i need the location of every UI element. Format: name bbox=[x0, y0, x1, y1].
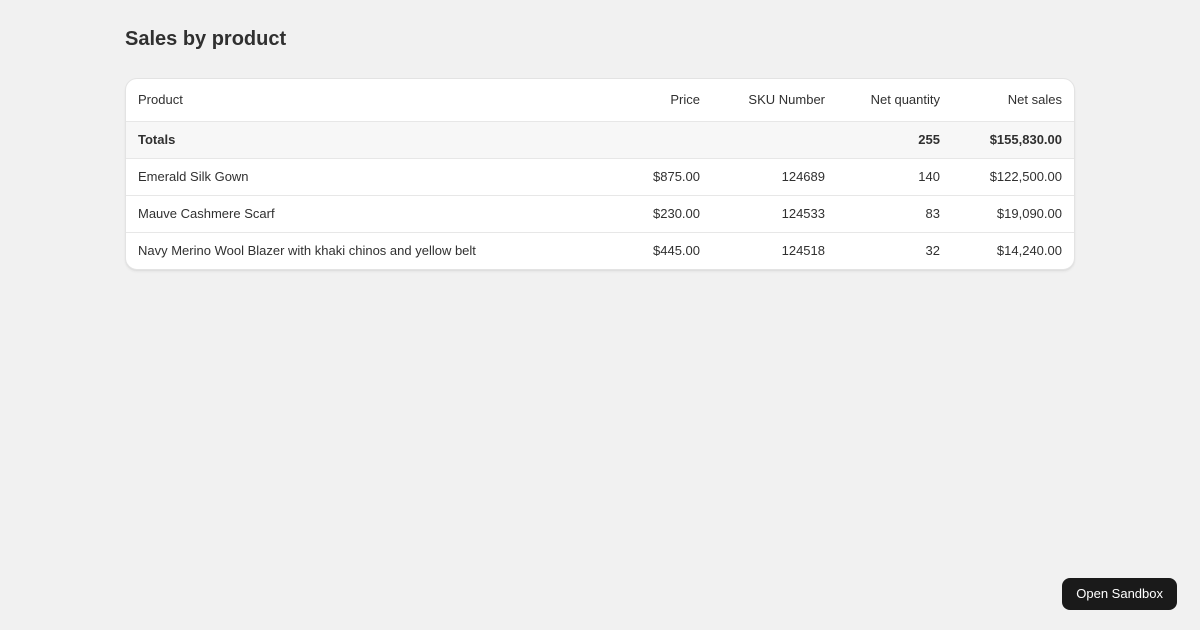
table-row: Navy Merino Wool Blazer with khaki chino… bbox=[126, 232, 1074, 269]
cell-net-sales: $14,240.00 bbox=[996, 243, 1062, 259]
open-sandbox-button[interactable]: Open Sandbox bbox=[1062, 578, 1177, 610]
cell-sku: 124689 bbox=[712, 158, 837, 196]
totals-sku bbox=[712, 120, 837, 159]
column-header-price: Price bbox=[670, 92, 700, 108]
cell-product: Mauve Cashmere Scarf bbox=[126, 195, 587, 233]
cell-net-sales: $19,090.00 bbox=[952, 195, 1074, 233]
column-header-sku: SKU Number bbox=[748, 92, 825, 108]
totals-row: Totals 255 $155,830.00 bbox=[126, 120, 1074, 159]
cell-product: Navy Merino Wool Blazer with khaki chino… bbox=[138, 243, 476, 259]
cell-net-quantity: 140 bbox=[837, 158, 952, 196]
sales-by-product-card: Product Price SKU Number Net quantity Ne… bbox=[125, 78, 1075, 270]
table-row: Emerald Silk Gown $875.00 124689 140 $12… bbox=[126, 158, 1074, 196]
page-title: Sales by product bbox=[125, 28, 287, 50]
table-row: Mauve Cashmere Scarf $230.00 124533 83 $… bbox=[126, 195, 1074, 233]
cell-price: $230.00 bbox=[587, 195, 712, 233]
cell-sku: 124533 bbox=[712, 195, 837, 233]
cell-net-quantity: 32 bbox=[925, 243, 940, 259]
cell-net-sales: $122,500.00 bbox=[952, 158, 1074, 196]
totals-net-quantity: 255 bbox=[837, 120, 952, 159]
cell-net-quantity: 83 bbox=[837, 195, 952, 233]
totals-net-sales: $155,830.00 bbox=[952, 120, 1074, 159]
totals-label: Totals bbox=[126, 120, 587, 159]
cell-price: $875.00 bbox=[587, 158, 712, 196]
totals-price bbox=[587, 120, 712, 159]
report-content: Sales by product Product Price SKU Numbe… bbox=[125, 0, 1075, 270]
column-header-product: Product bbox=[138, 92, 183, 108]
table-header: Product Price SKU Number Net quantity Ne… bbox=[126, 79, 1074, 121]
column-header-net-sales: Net sales bbox=[1007, 92, 1062, 108]
sales-by-product-table: Product Price SKU Number Net quantity Ne… bbox=[126, 79, 1074, 269]
cell-sku: 124518 bbox=[781, 243, 825, 259]
column-header-net-quantity: Net quantity bbox=[870, 92, 940, 108]
cell-price: $445.00 bbox=[653, 243, 700, 259]
header-row: Product Price SKU Number Net quantity Ne… bbox=[126, 79, 1074, 121]
cell-product: Emerald Silk Gown bbox=[126, 158, 587, 196]
